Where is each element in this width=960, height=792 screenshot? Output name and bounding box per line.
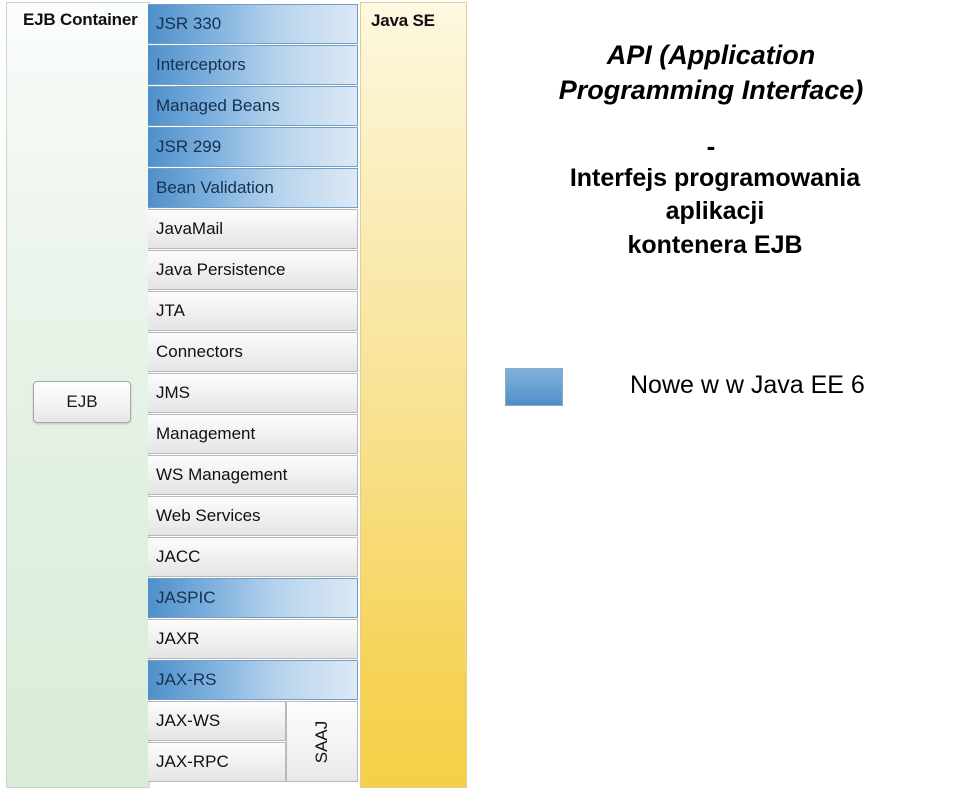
service-row-label: Managed Beans: [156, 96, 280, 115]
legend: Nowe w w Java EE 6: [470, 368, 960, 408]
service-row: Bean Validation: [148, 168, 358, 208]
legend-swatch-new-in-java-ee-6: [505, 368, 563, 406]
saaj-cell: SAAJ: [286, 701, 358, 782]
service-row-label: JAX-WS: [156, 711, 221, 730]
api-heading-line-2: Programming Interface): [558, 74, 864, 105]
service-row-label: JAX-RPC: [156, 752, 229, 771]
service-row-label: JASPIC: [156, 588, 216, 607]
java-se-column: Java SE: [360, 2, 467, 788]
service-row-label: JavaMail: [156, 219, 224, 238]
service-row-label: JSR 299: [156, 137, 222, 156]
service-row: JAX-RPC: [148, 742, 286, 782]
ejb-container-title: EJB Container: [23, 10, 138, 29]
service-row: JSR 330: [148, 4, 358, 44]
service-row: Web Services: [148, 496, 358, 536]
service-row: JAX-RS: [148, 660, 358, 700]
service-row: Interceptors: [148, 45, 358, 85]
service-row: Managed Beans: [148, 86, 358, 126]
service-row-label: JTA: [156, 301, 185, 320]
service-row: Java Persistence: [148, 250, 358, 290]
api-heading: API (Application Programming Interface): [470, 38, 952, 107]
ejb-component-label: EJB: [66, 392, 98, 411]
api-subtext: Interfejs programowania aplikacji konten…: [470, 162, 960, 262]
service-row: JTA: [148, 291, 358, 331]
services-column: JSR 330 Interceptors Managed Beans JSR 299 B…: [148, 0, 358, 792]
java-ee-architecture-diagram: EJB Container EJB JSR 330 Interceptors Man…: [0, 0, 470, 792]
service-row-label: Interceptors: [156, 55, 246, 74]
service-row: JMS: [148, 373, 358, 413]
service-row: JSR 299: [148, 127, 358, 167]
service-row-label: JACC: [156, 547, 201, 566]
service-row-label: JAXR: [156, 629, 200, 648]
service-row-label: JSR 330: [156, 14, 222, 33]
service-row: JAXR: [148, 619, 358, 659]
service-row-label: Java Persistence: [156, 260, 286, 279]
ejb-container-column: EJB Container EJB: [6, 2, 150, 788]
service-row: JAX-WS: [148, 701, 286, 741]
api-subtext-line-1: Interfejs programowania: [569, 164, 861, 192]
api-subtext-line-3: kontenera EJB: [627, 230, 803, 259]
service-row: Connectors: [148, 332, 358, 372]
service-row-label: Web Services: [156, 506, 261, 525]
service-row-label: Management: [156, 424, 256, 443]
service-row-label: JAX-RS: [156, 670, 217, 689]
service-row-label: Connectors: [156, 342, 243, 361]
service-row: Management: [148, 414, 358, 454]
service-row: JavaMail: [148, 209, 358, 249]
api-subtext-line-2: aplikacji: [665, 197, 765, 226]
legend-label: Nowe w w Java EE 6: [630, 371, 865, 399]
api-heading-line-1: API (Application: [606, 40, 816, 70]
service-row-label: JMS: [156, 383, 190, 402]
api-heading-dash: -: [706, 131, 716, 161]
java-se-title: Java SE: [371, 11, 435, 30]
text-panel: API (Application Programming Interface) …: [470, 0, 960, 792]
saaj-label: SAAJ: [312, 720, 331, 763]
service-row: JASPIC: [148, 578, 358, 618]
ejb-component-box: EJB: [33, 381, 131, 423]
service-row: JACC: [148, 537, 358, 577]
service-row: WS Management: [148, 455, 358, 495]
service-row-label: WS Management: [156, 465, 288, 484]
service-row-label: Bean Validation: [156, 178, 274, 197]
